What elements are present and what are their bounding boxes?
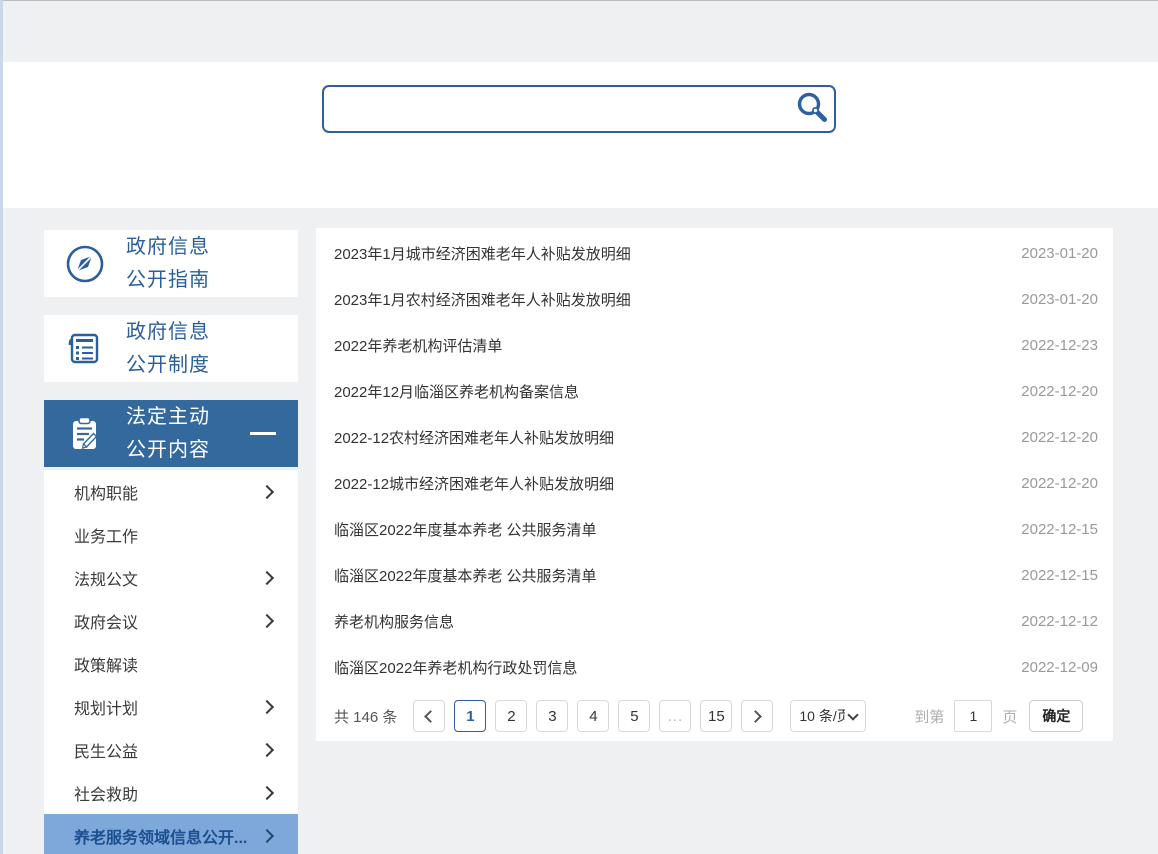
- article-title-link[interactable]: 养老机构服务信息: [334, 611, 454, 632]
- article-date: 2023-01-20: [1021, 245, 1098, 262]
- sidebar-item-gov-info-guide[interactable]: 政府信息 公开指南: [44, 230, 298, 297]
- sidebar-item-label: 政府信息 公开制度: [126, 316, 210, 382]
- goto-prefix-label: 到第: [914, 706, 944, 727]
- article-date: 2023-01-20: [1021, 291, 1098, 308]
- next-page-button[interactable]: [741, 700, 773, 732]
- page-size-select[interactable]: 10 条/页: [790, 700, 866, 732]
- menu-item-livelihood[interactable]: 民生公益: [44, 728, 298, 771]
- sidebar-item-gov-info-system[interactable]: 政府信息 公开制度: [44, 315, 298, 382]
- chevron-right-icon: [260, 613, 274, 627]
- article-list-panel: 2023年1月城市经济困难老年人补贴发放明细 2023-01-20 2023年1…: [316, 228, 1113, 741]
- list-item[interactable]: 临淄区2022年度基本养老 公共服务清单 2022-12-15: [316, 552, 1113, 598]
- sidebar-submenu: 机构职能 业务工作 法规公文 政府会议 政策解读 规划计划 民生公益 社会救助 …: [44, 470, 298, 854]
- page-left-accent: [0, 0, 3, 854]
- page-button-4[interactable]: 4: [577, 700, 609, 732]
- page-size-select-wrap: 10 条/页: [790, 700, 866, 732]
- article-date: 2022-12-09: [1021, 659, 1098, 676]
- list-item[interactable]: 2022-12农村经济困难老年人补贴发放明细 2022-12-20: [316, 414, 1113, 460]
- list-item[interactable]: 2022-12城市经济困难老年人补贴发放明细 2022-12-20: [316, 460, 1113, 506]
- collapse-minus-icon[interactable]: [250, 432, 276, 435]
- list-item[interactable]: 2023年1月城市经济困难老年人补贴发放明细 2023-01-20: [316, 230, 1113, 276]
- menu-item-policy-interpretation[interactable]: 政策解读: [44, 642, 298, 685]
- article-date: 2022-12-20: [1021, 429, 1098, 446]
- menu-item-label: 社会救助: [74, 781, 138, 805]
- menu-item-label: 政策解读: [74, 652, 138, 676]
- page-button-2[interactable]: 2: [495, 700, 527, 732]
- sidebar-item-label: 政府信息 公开指南: [126, 231, 210, 297]
- chevron-right-icon: [260, 484, 274, 498]
- list-item[interactable]: 2022年养老机构评估清单 2022-12-23: [316, 322, 1113, 368]
- search-button[interactable]: [790, 87, 834, 131]
- page-button-5[interactable]: 5: [618, 700, 650, 732]
- goto-suffix-label: 页: [1002, 706, 1017, 727]
- article-title-link[interactable]: 2023年1月城市经济困难老年人补贴发放明细: [334, 243, 631, 264]
- menu-item-planning[interactable]: 规划计划: [44, 685, 298, 728]
- menu-item-social-assistance[interactable]: 社会救助: [44, 771, 298, 814]
- header-band: [0, 62, 1158, 208]
- article-title-link[interactable]: 2022-12农村经济困难老年人补贴发放明细: [334, 427, 614, 448]
- document-icon: [62, 326, 108, 372]
- article-date: 2022-12-20: [1021, 475, 1098, 492]
- article-title-link[interactable]: 2022年12月临淄区养老机构备案信息: [334, 381, 579, 402]
- total-count-label: 共 146 条: [334, 706, 397, 727]
- menu-item-label: 民生公益: [74, 738, 138, 762]
- article-date: 2022-12-15: [1021, 567, 1098, 584]
- sidebar-item-label: 法定主动 公开内容: [126, 401, 210, 467]
- confirm-button[interactable]: 确定: [1029, 700, 1083, 732]
- article-date: 2022-12-23: [1021, 337, 1098, 354]
- menu-item-label: 机构职能: [74, 480, 138, 504]
- list-item[interactable]: 临淄区2022年度基本养老 公共服务清单 2022-12-15: [316, 506, 1113, 552]
- menu-item-agency-functions[interactable]: 机构职能: [44, 470, 298, 513]
- chevron-right-icon: [260, 699, 274, 713]
- chevron-right-icon: [260, 785, 274, 799]
- article-date: 2022-12-20: [1021, 383, 1098, 400]
- page-button-3[interactable]: 3: [536, 700, 568, 732]
- article-title-link[interactable]: 临淄区2022年度基本养老 公共服务清单: [334, 519, 597, 540]
- page-button-1[interactable]: 1: [454, 700, 486, 732]
- list-item[interactable]: 2022年12月临淄区养老机构备案信息 2022-12-20: [316, 368, 1113, 414]
- pagination-bar: 共 146 条 1 2 3 4 5 ... 15 10 条/页 到第 页 确定: [334, 699, 1113, 733]
- article-date: 2022-12-12: [1021, 613, 1098, 630]
- chevron-right-icon: [260, 828, 274, 842]
- goto-page-input[interactable]: [954, 700, 992, 732]
- menu-item-regulations[interactable]: 法规公文: [44, 556, 298, 599]
- menu-item-label: 法规公文: [74, 566, 138, 590]
- menu-item-label: 养老服务领域信息公开...: [74, 824, 247, 848]
- clipboard-pen-icon: [62, 411, 108, 457]
- window-top-border: [0, 0, 1158, 1]
- article-title-link[interactable]: 2022-12城市经济困难老年人补贴发放明细: [334, 473, 614, 494]
- menu-item-label: 业务工作: [74, 523, 138, 547]
- chevron-right-icon: [750, 710, 763, 723]
- menu-item-gov-meetings[interactable]: 政府会议: [44, 599, 298, 642]
- list-item[interactable]: 养老机构服务信息 2022-12-12: [316, 598, 1113, 644]
- menu-item-business-work[interactable]: 业务工作: [44, 513, 298, 556]
- list-item[interactable]: 2023年1月农村经济困难老年人补贴发放明细 2023-01-20: [316, 276, 1113, 322]
- page-ellipsis-button[interactable]: ...: [659, 700, 691, 732]
- page-button-15[interactable]: 15: [700, 700, 732, 732]
- search-bar: [322, 85, 836, 133]
- chevron-left-icon: [425, 710, 438, 723]
- article-list: 2023年1月城市经济困难老年人补贴发放明细 2023-01-20 2023年1…: [316, 228, 1113, 690]
- compass-icon: [62, 241, 108, 287]
- menu-item-elderly-care-disclosure[interactable]: 养老服务领域信息公开...: [44, 814, 298, 854]
- article-title-link[interactable]: 临淄区2022年养老机构行政处罚信息: [334, 657, 577, 678]
- chevron-right-icon: [260, 570, 274, 584]
- prev-page-button[interactable]: [413, 700, 445, 732]
- goto-page-group: 到第 页 确定: [914, 700, 1083, 732]
- menu-item-label: 政府会议: [74, 609, 138, 633]
- article-title-link[interactable]: 2022年养老机构评估清单: [334, 335, 502, 356]
- chevron-right-icon: [260, 742, 274, 756]
- search-icon: [795, 91, 829, 128]
- article-date: 2022-12-15: [1021, 521, 1098, 538]
- menu-item-label: 规划计划: [74, 695, 138, 719]
- search-input[interactable]: [324, 87, 790, 131]
- sidebar-item-statutory-disclosure[interactable]: 法定主动 公开内容: [44, 400, 298, 467]
- article-title-link[interactable]: 2023年1月农村经济困难老年人补贴发放明细: [334, 289, 631, 310]
- list-item[interactable]: 临淄区2022年养老机构行政处罚信息 2022-12-09: [316, 644, 1113, 690]
- article-title-link[interactable]: 临淄区2022年度基本养老 公共服务清单: [334, 565, 597, 586]
